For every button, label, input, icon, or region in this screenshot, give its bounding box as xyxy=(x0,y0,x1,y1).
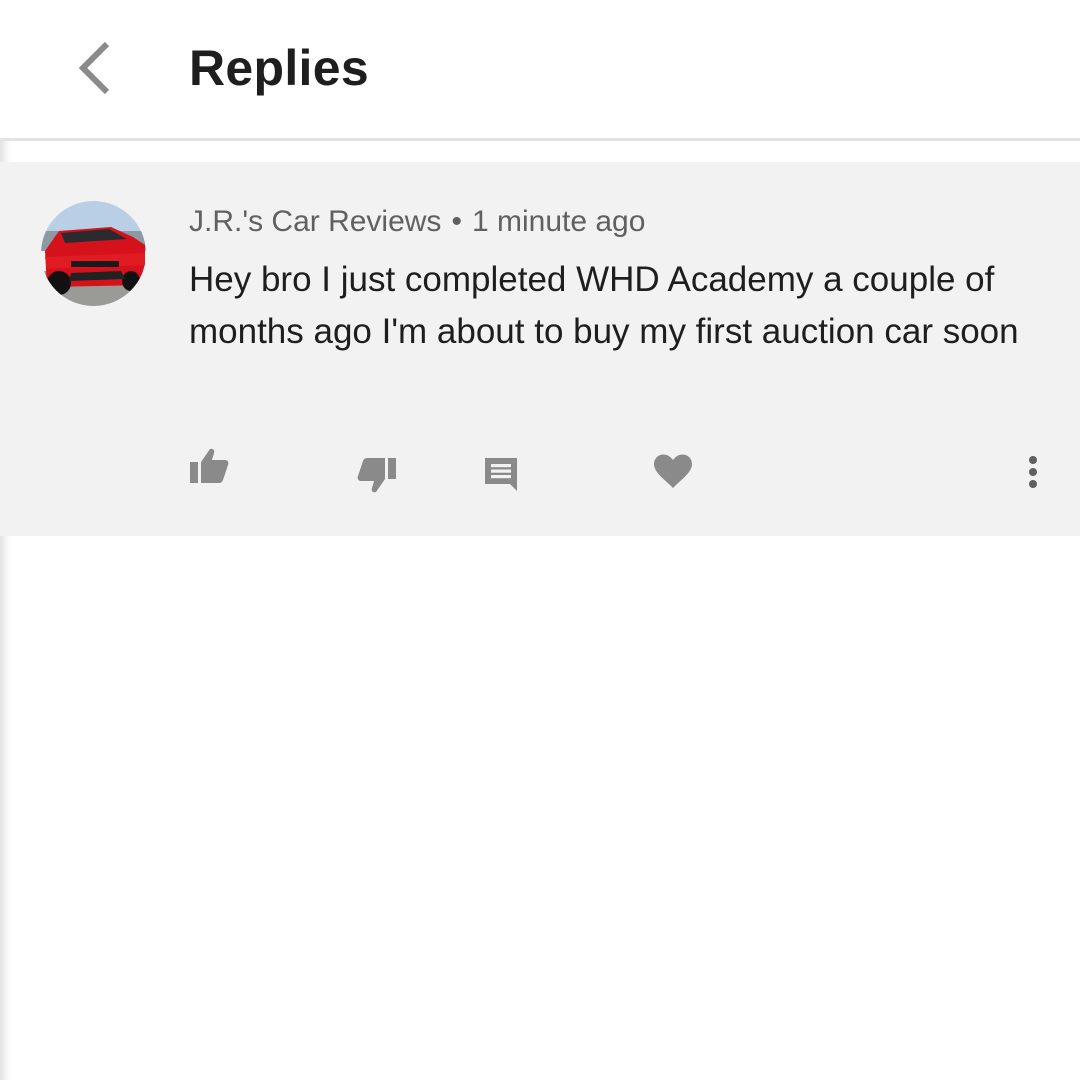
reply-button[interactable] xyxy=(478,452,524,496)
top-app-bar: Replies xyxy=(0,0,1080,138)
thumbs-up-icon xyxy=(190,448,229,483)
chevron-left-icon xyxy=(78,41,110,95)
red-car-avatar xyxy=(41,201,146,306)
avatar[interactable] xyxy=(41,201,146,306)
reply-comment-icon xyxy=(485,458,517,491)
replies-page: Replies J.R.'s Car Reviews • 1 minute ago … xyxy=(0,0,1080,1080)
comment-card: J.R.'s Car Reviews • 1 minute ago Hey bro … xyxy=(0,162,1080,536)
like-button[interactable] xyxy=(184,446,234,486)
back-button[interactable] xyxy=(62,30,128,106)
heart-icon xyxy=(654,454,692,488)
header-divider xyxy=(0,138,1080,141)
heart-button[interactable] xyxy=(650,450,696,494)
more-vert-icon xyxy=(1029,456,1037,488)
comment-meta: J.R.'s Car Reviews • 1 minute ago xyxy=(189,202,645,242)
comment-author[interactable]: J.R.'s Car Reviews xyxy=(189,205,441,238)
dislike-button[interactable] xyxy=(352,454,402,496)
meta-separator: • xyxy=(451,205,462,238)
page-title: Replies xyxy=(189,40,369,96)
more-options-button[interactable] xyxy=(1016,450,1050,494)
comment-timestamp: 1 minute ago xyxy=(471,205,646,238)
thumbs-down-icon xyxy=(357,458,396,493)
comment-text: Hey bro I just completed WHD Academy a c… xyxy=(189,260,1019,351)
